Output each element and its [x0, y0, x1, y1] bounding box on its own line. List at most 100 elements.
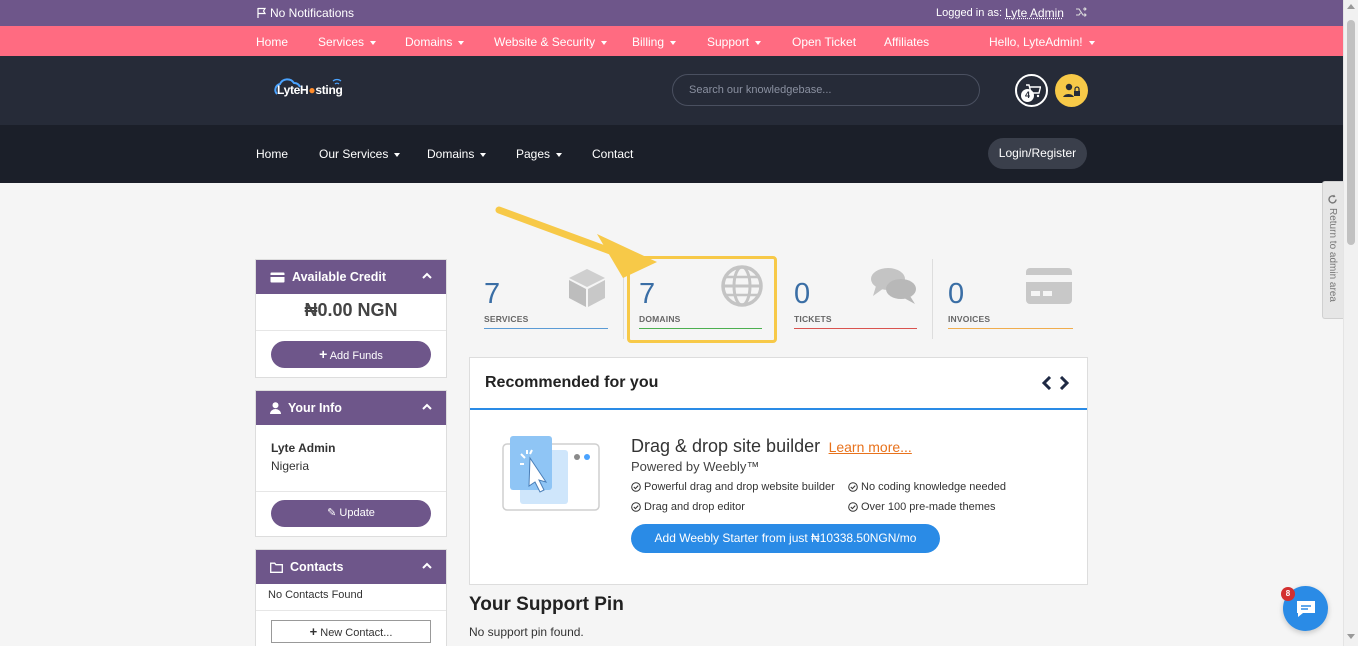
cart-button[interactable]: 4 [1015, 74, 1048, 107]
main-nav-contact[interactable]: Contact [592, 147, 633, 161]
main-nav-pages-label: Pages [516, 147, 551, 161]
site-builder-illustration [502, 436, 600, 512]
feature-item: Over 100 pre-made themes [848, 501, 996, 513]
cart-count-badge: 4 [1021, 89, 1034, 102]
main-nav-domains-label: Domains [427, 147, 475, 161]
info-panel-title: Your Info [288, 401, 342, 415]
new-contact-label: New Contact... [320, 627, 393, 639]
product-title: Drag & drop site builder [631, 436, 821, 456]
client-nav-support[interactable]: Support [707, 35, 761, 49]
chevron-up-icon[interactable] [422, 403, 432, 410]
recommended-header: Recommended for you [470, 358, 1087, 410]
scroll-up-arrow[interactable] [1347, 4, 1355, 9]
user-lock-icon [1063, 82, 1081, 98]
page-scrollbar[interactable] [1343, 0, 1358, 646]
no-contacts-text: No Contacts Found [268, 589, 363, 601]
credit-card-icon [270, 272, 285, 283]
stat-invoices-label: INVOICES [948, 314, 991, 324]
header-bar: LyteH●sting Search our knowledgebase... … [0, 56, 1343, 125]
stat-services-underline [484, 328, 608, 329]
main-nav-our-services[interactable]: Our Services [319, 147, 400, 161]
feature-text: Powerful drag and drop website builder [644, 481, 835, 493]
refresh-icon [1327, 194, 1338, 205]
folder-icon [270, 562, 283, 573]
divider [256, 491, 446, 492]
add-funds-button[interactable]: + Add Funds [271, 341, 431, 368]
login-register-button[interactable]: Login/Register [988, 138, 1087, 169]
chevron-up-icon[interactable] [422, 272, 432, 279]
flag-icon [256, 7, 268, 19]
support-pin-text: No support pin found. [469, 625, 584, 639]
client-nav-services-label: Services [318, 35, 365, 49]
plus-icon: + [319, 346, 328, 362]
scrollbar-thumb[interactable] [1347, 20, 1355, 245]
main-nav-pages[interactable]: Pages [516, 147, 562, 161]
new-contact-button[interactable]: + New Contact... [271, 620, 431, 643]
account-menu[interactable]: Hello, LyteAdmin! [989, 35, 1095, 49]
notifications-text: No Notifications [270, 6, 355, 20]
credit-panel-title: Available Credit [292, 270, 387, 284]
client-nav-billing-label: Billing [632, 35, 665, 49]
account-lock-button[interactable] [1055, 74, 1088, 107]
logged-in-label: Logged in as: [936, 7, 1003, 19]
notification-bar: No Notifications Logged in as: Lyte Admi… [0, 0, 1343, 26]
check-circle-icon [631, 502, 641, 512]
chevron-up-icon[interactable] [422, 562, 432, 569]
info-name: Lyte Admin [271, 441, 336, 455]
check-circle-icon [631, 482, 641, 492]
stat-services-value: 7 [484, 278, 501, 310]
credit-panel: Available Credit ₦0.00 NGN + Add Funds [255, 259, 447, 378]
user-icon [270, 402, 281, 414]
login-register-label: Login/Register [998, 146, 1077, 160]
stat-tickets[interactable]: 0 TICKETS [794, 258, 917, 330]
stat-domains-underline [639, 328, 762, 329]
scroll-down-arrow[interactable] [1347, 634, 1355, 639]
credit-amount: ₦0.00 NGN [256, 294, 446, 331]
client-nav-website-security[interactable]: Website & Security [494, 35, 607, 49]
contacts-panel: Contacts No Contacts Found + New Contact… [255, 549, 447, 646]
client-nav-home[interactable]: Home [256, 35, 288, 49]
main-nav-home[interactable]: Home [256, 147, 288, 161]
logout-admin-icon[interactable] [1075, 6, 1087, 18]
stat-domains-label: DOMAINS [639, 314, 681, 324]
client-nav-services[interactable]: Services [318, 35, 376, 49]
credit-card-icon [1025, 267, 1073, 305]
check-circle-icon [848, 482, 858, 492]
notifications-link[interactable]: No Notifications [256, 6, 354, 20]
search-input[interactable]: Search our knowledgebase... [672, 74, 980, 106]
logo-text-c: sting [315, 83, 343, 97]
chevron-left-icon[interactable] [1041, 376, 1052, 390]
info-panel-header[interactable]: Your Info [256, 391, 446, 425]
learn-more-link[interactable]: Learn more... [829, 439, 912, 455]
stat-invoices-underline [948, 328, 1073, 329]
comments-icon [870, 266, 918, 306]
brand-logo[interactable]: LyteH●sting [273, 74, 353, 102]
chevron-right-icon[interactable] [1059, 376, 1070, 390]
stat-invoices[interactable]: 0 INVOICES [948, 258, 1073, 330]
feature-text: No coding knowledge needed [861, 481, 1006, 493]
main-nav-domains[interactable]: Domains [427, 147, 486, 161]
main-nav-our-services-label: Our Services [319, 147, 389, 161]
contacts-panel-header[interactable]: Contacts [256, 550, 446, 584]
info-panel: Your Info Lyte Admin Nigeria ✎ Update [255, 390, 447, 537]
client-nav-open-ticket[interactable]: Open Ticket [792, 35, 856, 49]
logo-text-a: Lyte [277, 83, 301, 97]
globe-icon [721, 265, 763, 307]
account-greeting: Hello, LyteAdmin! [989, 35, 1083, 49]
add-weebly-button[interactable]: Add Weebly Starter from just ₦10338.50NG… [631, 524, 940, 553]
chat-icon [1295, 599, 1317, 619]
divider [256, 610, 446, 611]
credit-panel-header[interactable]: Available Credit [256, 260, 446, 294]
plus-icon: + [309, 624, 318, 639]
client-nav-domains[interactable]: Domains [405, 35, 464, 49]
annotation-arrow [495, 200, 665, 280]
feature-item: No coding knowledge needed [848, 481, 1006, 493]
client-nav-affiliates[interactable]: Affiliates [884, 35, 929, 49]
update-button[interactable]: ✎ Update [271, 500, 431, 527]
client-nav-billing[interactable]: Billing [632, 35, 676, 49]
admin-name-link[interactable]: Lyte Admin [1005, 6, 1064, 20]
feature-text: Over 100 pre-made themes [861, 501, 996, 513]
search-placeholder: Search our knowledgebase... [689, 84, 832, 96]
client-nav-bar: Home Services Domains Website & Security… [0, 26, 1343, 56]
return-to-admin-tab[interactable]: Return to admin area [1322, 181, 1343, 319]
